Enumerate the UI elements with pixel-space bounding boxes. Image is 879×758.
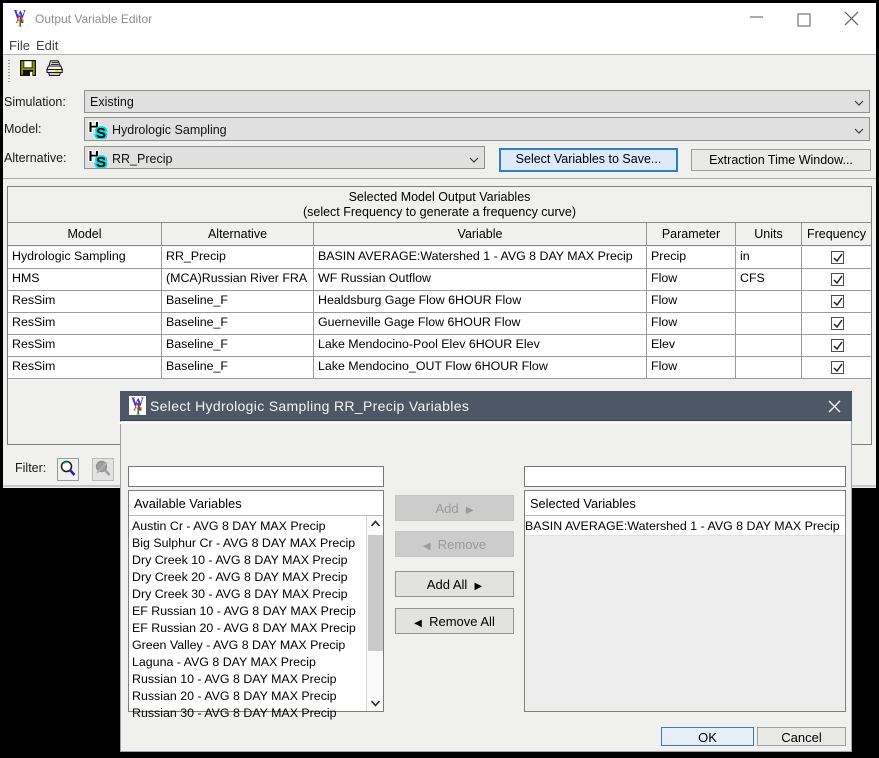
svg-text:T: T — [135, 406, 143, 416]
svg-text:S: S — [96, 125, 106, 139]
svg-text:T: T — [17, 19, 24, 28]
svg-text:S: S — [96, 154, 106, 168]
